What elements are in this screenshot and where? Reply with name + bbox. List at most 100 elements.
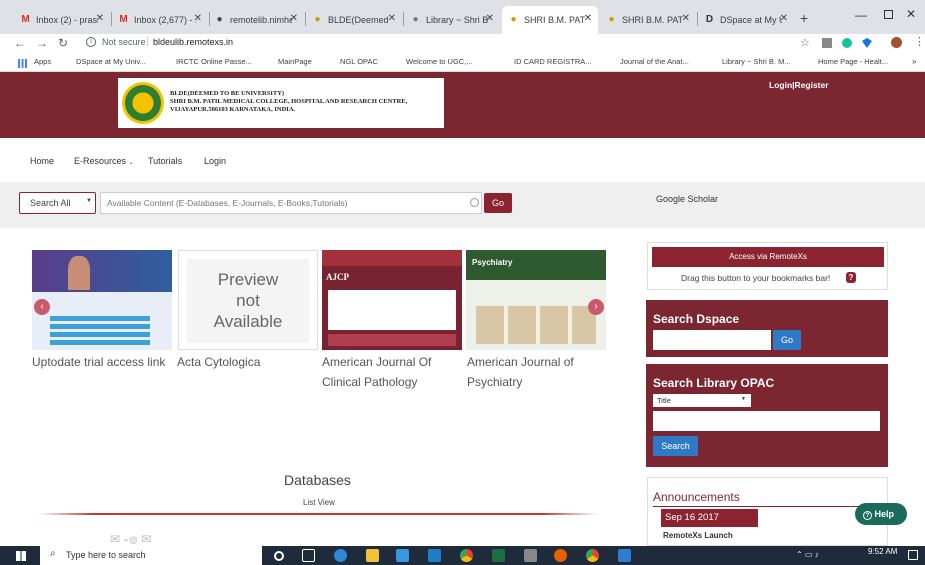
carousel-title-uptodate[interactable]: Uptodate trial access link [32,352,172,372]
firefox-icon[interactable] [554,549,567,562]
restore-button[interactable] [884,10,893,19]
omnibox[interactable]: i Not secure | bldeulib.remotexs.in [80,35,780,52]
dspace-go-button[interactable]: Go [773,330,801,350]
carousel-title-acta-cytologica[interactable]: Acta Cytologica [177,352,317,372]
browser-tab[interactable]: ● SHRI B.M. PATIL ✕ [600,6,696,34]
announcements-underline [653,506,885,507]
chrome-active-icon[interactable] [586,549,599,562]
photos-icon[interactable] [618,549,631,562]
thumb-ajcp[interactable]: AJCP [322,250,462,350]
bookmark-item[interactable]: NGL OPAC [340,57,378,66]
announcement-text[interactable]: RemoteXs Launch [663,531,733,540]
opac-field-select[interactable]: Title ▼ [653,394,751,407]
taskbar-clock[interactable]: 9:52 AM [868,547,897,556]
notifications-icon[interactable] [908,550,918,560]
browser-tab[interactable]: ● SHRI B.M. PATIL ✕ [502,6,598,34]
close-tab-icon[interactable]: ✕ [290,13,298,24]
bookmark-item[interactable]: Home Page - Healt... [818,57,888,66]
profile-avatar[interactable] [891,37,902,48]
list-view-link[interactable]: List View [303,498,335,507]
access-via-remotexs-button[interactable]: Access via RemoteXs [652,247,884,267]
search-go-button[interactable]: Go [484,193,512,213]
close-tab-icon[interactable]: ✕ [584,13,592,24]
nav-tutorials[interactable]: Tutorials [148,156,182,166]
url-separator: | [146,36,149,47]
browser-tab[interactable]: ● Library ~ Shri B. ✕ [404,6,500,34]
browser-tab[interactable]: M Inbox (2) - prasa ✕ [14,6,110,34]
excel-icon[interactable] [492,549,505,562]
browser-tab[interactable]: M Inbox (2,677) - s ✕ [112,6,208,34]
close-tab-icon[interactable]: ✕ [96,13,104,24]
system-tray-icons[interactable]: ⌃ ▭ ♪ [796,550,819,559]
university-logo-banner[interactable]: BLDE(DEEMED TO BE UNIVERSITY) SHRI B.M. … [118,78,444,128]
cortana-icon[interactable] [274,551,284,561]
close-tab-icon[interactable]: ✕ [486,13,494,24]
dspace-search-input[interactable] [653,330,771,350]
windows-start-icon[interactable] [16,551,26,561]
nav-e-resources[interactable]: E-Resources ⌄ [74,156,134,166]
menu-icon[interactable]: ⋮ [914,35,925,48]
opac-search-button[interactable]: Search [653,436,698,456]
browser-tab[interactable]: ● BLDE(Deemed to✕ [306,6,402,34]
thumb-preview-not-available[interactable]: Preview not Available [178,250,318,350]
header-register-link[interactable]: Register [795,80,829,90]
bookmark-item[interactable]: DSpace at My Univ... [76,57,146,66]
carousel-title-ajcp[interactable]: American Journal Of Clinical Pathology [322,352,462,392]
close-tab-icon[interactable]: ✕ [388,13,396,24]
close-window-button[interactable]: ✕ [906,7,916,21]
thumb-uptodate[interactable] [32,250,172,350]
announcement-date-badge: Sep 16 2017 [661,509,758,527]
apps-icon[interactable] [18,59,27,68]
bookmark-item[interactable]: Library ~ Shri B. M... [722,57,791,66]
forward-icon[interactable]: → [36,36,48,50]
grammarly-icon[interactable] [842,38,852,48]
help-question-icon[interactable]: ? [846,272,856,283]
bookmark-item[interactable]: IRCTC Online Passe... [176,57,252,66]
carousel-next-button[interactable]: › [588,299,604,315]
nav-home[interactable]: Home [30,156,54,166]
browser-tab[interactable]: ● remotelib.nimhe ✕ [208,6,304,34]
close-tab-icon[interactable]: ✕ [194,13,202,24]
shield-extension-icon[interactable] [862,38,872,48]
announcements-title: Announcements [653,490,740,504]
search-clear-icon[interactable] [470,198,479,207]
search-scope-select[interactable]: Search All ▼ [19,192,96,214]
login-register: Login|Register [769,80,829,90]
google-scholar-link[interactable]: Google Scholar [656,194,718,204]
header-login-link[interactable]: Login [769,80,792,90]
mail-icon[interactable] [428,549,441,562]
taskbar-search-box[interactable]: ⌕ Type here to search [40,546,262,565]
nav-e-resources-label: E-Resources [74,156,127,166]
close-tab-icon[interactable]: ✕ [682,13,690,24]
minimize-button[interactable]: — [855,8,867,22]
reload-icon[interactable]: ↻ [58,36,68,50]
carousel-title-psychiatry[interactable]: American Journal of Psychiatry [467,352,607,392]
help-button[interactable]: ? Help [855,503,907,525]
more-bookmarks-icon[interactable]: » [912,57,916,66]
media-icon[interactable] [524,549,537,562]
new-tab-button[interactable]: + [800,10,808,26]
close-tab-icon[interactable]: ✕ [780,13,788,24]
edge-icon[interactable] [334,549,347,562]
carousel-prev-button[interactable]: ‹ [34,299,50,315]
preview-line-2: not [236,291,260,310]
bookmark-item[interactable]: Journal of the Anat... [620,57,689,66]
extension-icon[interactable] [822,38,832,48]
nav-login[interactable]: Login [204,156,226,166]
bookmark-star-icon[interactable]: ☆ [800,36,810,49]
chrome-icon[interactable] [460,549,473,562]
file-explorer-icon[interactable] [366,549,379,562]
site-icon: ● [510,14,517,25]
thumb-psychiatry[interactable]: Psychiatry [466,250,606,350]
bookmark-item[interactable]: MainPage [278,57,312,66]
info-icon[interactable]: i [86,37,96,47]
search-input[interactable] [100,192,482,214]
bookmark-item[interactable]: ID CARD REGISTRA... [514,57,592,66]
opac-search-input[interactable] [653,411,880,431]
task-view-icon[interactable] [302,549,315,562]
browser-tab[interactable]: D DSpace at My U ✕ [698,6,794,34]
back-icon[interactable]: ← [14,36,26,50]
bookmark-item[interactable]: Apps [34,57,51,66]
bookmark-item[interactable]: Welcome to UGC,... [406,57,473,66]
store-icon[interactable] [396,549,409,562]
